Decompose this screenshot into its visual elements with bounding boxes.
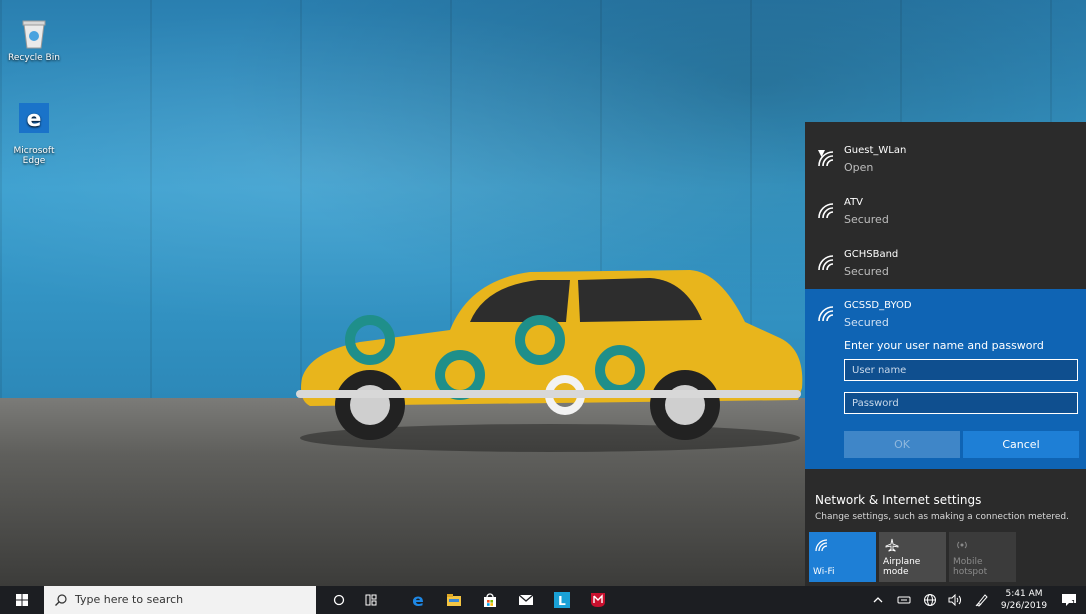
wifi-icon [815,539,828,552]
mail-icon [518,594,534,605]
tray-volume-button[interactable] [944,586,968,614]
airplane-tile-label: Airplane mode [883,557,921,577]
hotspot-tile-label: Mobile hotspot [953,557,988,577]
network-item-guest-wlan[interactable]: Guest_WLan Open [805,134,1086,186]
wifi-secured-icon [818,306,834,322]
svg-text:e: e [27,107,42,132]
airplane-mode-tile[interactable]: Airplane mode [879,532,946,582]
task-view-button[interactable] [358,586,384,614]
network-status: Secured [844,316,889,329]
network-settings-link[interactable]: Network & Internet settings [815,493,981,507]
search-box[interactable]: Type here to search [44,586,316,614]
desktop-icon-microsoft-edge[interactable]: e Microsoft Edge [0,93,69,166]
taskbar-edge-button[interactable]: e [404,586,432,614]
wifi-warning-icon [818,150,834,167]
mcafee-button[interactable] [584,586,612,614]
username-input[interactable]: User name [844,359,1078,381]
network-status: Open [844,161,874,174]
task-view-icon [365,594,377,606]
clock[interactable]: 5:41 AM 9/26/2019 [998,586,1050,614]
network-settings-description: Change settings, such as making a connec… [815,512,1069,522]
start-button[interactable] [0,586,44,614]
network-item-atv[interactable]: ATV Secured [805,186,1086,238]
store-button[interactable] [476,586,504,614]
taskbar: Type here to search e L 5:41 AM 9/26/201… [0,586,1086,614]
edge-icon: e [19,103,49,133]
network-status: Secured [844,265,889,278]
cortana-icon [333,594,345,606]
network-name: Guest_WLan [844,145,907,156]
desktop-icon-label: Microsoft Edge [13,146,55,166]
cortana-button[interactable] [326,586,352,614]
desktop: { "desktop": { "icons": [ {"label": "Rec… [0,0,1086,614]
hotspot-icon [957,541,967,549]
search-icon [55,594,67,606]
mobile-hotspot-tile[interactable]: Mobile hotspot [949,532,1016,582]
recycle-bin-icon [22,20,46,49]
clock-time: 5:41 AM [1005,589,1043,599]
show-hidden-icons-button[interactable] [868,586,888,614]
app-l-button[interactable]: L [548,586,576,614]
network-item-gchsband[interactable]: GCHSBand Secured [805,238,1086,290]
tray-pen-button[interactable] [970,586,994,614]
app-l-icon: L [554,592,570,608]
wifi-tile-label: Wi-Fi [813,567,835,577]
desktop-icon-label: Recycle Bin [8,53,60,63]
wifi-secured-icon [818,203,834,219]
file-explorer-icon [447,594,461,606]
airplane-icon [885,538,899,552]
mail-button[interactable] [512,586,540,614]
network-name: ATV [844,197,864,208]
network-flyout: Guest_WLan Open ATV Secured GCHSBand Sec… [805,122,1086,586]
network-name: GCSSD_BYOD [844,300,912,311]
volume-icon [948,594,961,606]
network-item-gcssd-byod[interactable]: GCSSD_BYOD Secured Enter your user name … [805,289,1086,469]
cancel-button[interactable]: Cancel [963,431,1079,458]
wifi-toggle-tile[interactable]: Wi-Fi [809,532,876,582]
desktop-icon-recycle-bin[interactable]: Recycle Bin [0,18,69,63]
network-name: GCHSBand [844,249,899,260]
tray-network-button[interactable] [918,586,942,614]
store-icon [484,593,496,607]
pen-icon [975,594,988,607]
password-input[interactable]: Password [844,392,1078,414]
svg-text:e: e [412,592,424,608]
network-status: Secured [844,213,889,226]
windows-logo-icon [16,594,28,606]
action-center-button[interactable]: 1 [1054,586,1084,614]
clock-date: 9/26/2019 [1000,601,1048,611]
credentials-prompt: Enter your user name and password [844,339,1044,352]
edge-icon: e [412,592,424,608]
svg-text:L: L [558,594,566,608]
file-explorer-button[interactable] [440,586,468,614]
notification-count: 1 [1071,599,1077,608]
tray-device-button[interactable] [892,586,916,614]
chevron-up-icon [873,597,883,603]
search-placeholder: Type here to search [75,593,184,606]
ok-button[interactable]: OK [844,431,960,458]
wallpaper-car [296,270,803,452]
network-globe-icon [924,594,936,606]
wifi-secured-icon [818,255,834,271]
device-icon [897,596,911,604]
mcafee-icon [591,593,605,607]
